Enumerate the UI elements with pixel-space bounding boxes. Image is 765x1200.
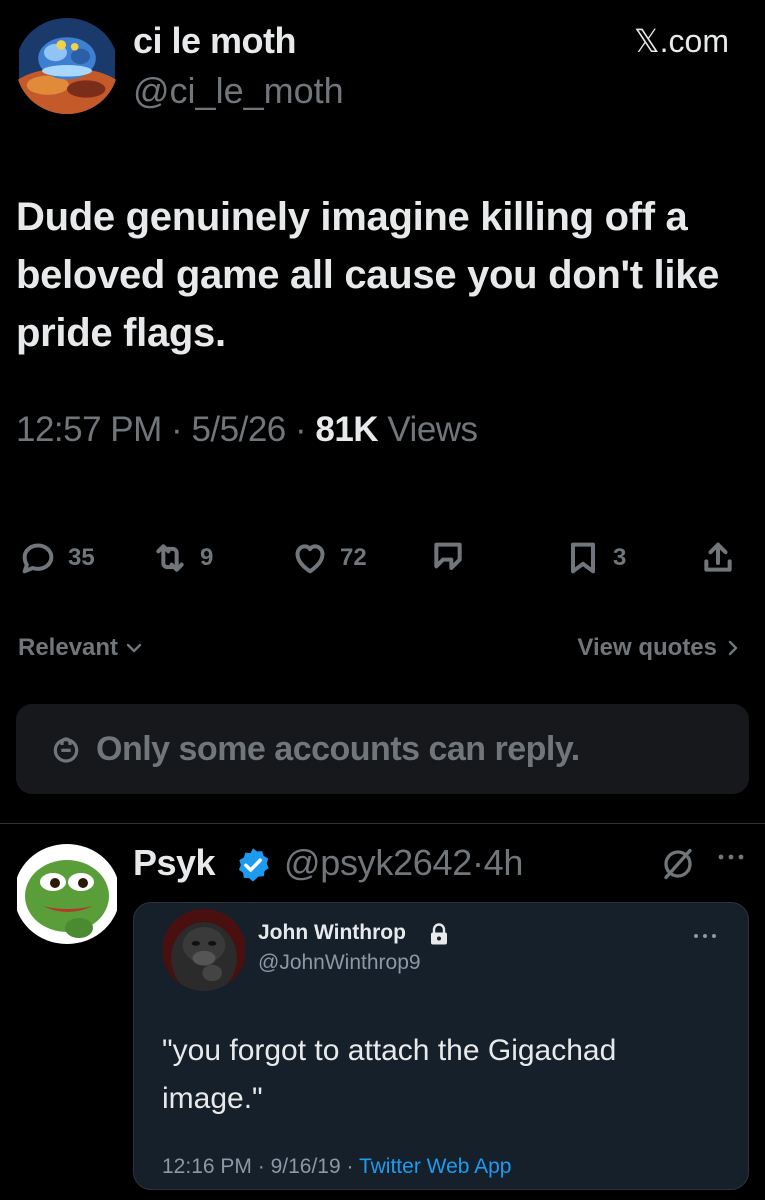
author-avatar[interactable] [16, 18, 118, 114]
verified-badge-icon [238, 848, 269, 882]
grok-icon[interactable] [660, 846, 696, 882]
reply-display-name[interactable]: Psyk [133, 842, 216, 884]
divider [0, 823, 765, 824]
meta-separator: · [257, 1155, 265, 1178]
views-count: 81K [315, 410, 379, 449]
author-handle[interactable]: @ci_le_moth [133, 70, 344, 112]
repost-icon [156, 544, 184, 572]
share-button[interactable] [698, 535, 738, 581]
quote-display-name[interactable]: John Winthrop [258, 921, 406, 945]
more-dots-icon[interactable] [716, 850, 746, 864]
quote-time: 12:16 PM [162, 1155, 252, 1178]
reply-restriction-text: Only some accounts can reply. [96, 729, 580, 768]
grok-button[interactable] [428, 535, 468, 581]
reply-restriction-banner: Only some accounts can reply. [16, 704, 749, 794]
gorilla-avatar-icon [163, 909, 245, 991]
lock-icon [431, 923, 447, 945]
meta-separator: · [471, 842, 484, 883]
tweet-meta: 12:57 PM · 5/5/26 · 81K Views [16, 410, 478, 450]
tweet-date[interactable]: 5/5/26 [191, 410, 286, 449]
quote-date: 9/16/19 [270, 1155, 341, 1178]
reply-age[interactable]: 4h [484, 842, 524, 883]
tweet-text: Dude genuinely imagine killing off a bel… [16, 195, 720, 355]
source-watermark: 𝕏.com [633, 23, 729, 59]
views-label: Views [387, 410, 478, 449]
view-quotes-link[interactable]: View quotes [577, 634, 743, 662]
reply-count: 35 [68, 544, 95, 571]
quote-avatar[interactable] [162, 909, 246, 991]
reply-handle-line: @psyk2642·4h [284, 842, 523, 884]
like-count: 72 [340, 544, 367, 571]
reply-button[interactable]: 35 [18, 535, 95, 581]
lock-icon [53, 737, 79, 763]
quote-text: "you forgot to attach the Gigachad image… [162, 1034, 617, 1115]
quote-meta: 12:16 PM · 9/16/19 · Twitter Web App [162, 1155, 512, 1179]
repost-count: 9 [200, 544, 214, 571]
heart-icon [295, 544, 325, 574]
quoted-tweet-card[interactable]: John Winthrop @JohnWinthrop9 "you forgot… [133, 902, 749, 1190]
more-dots-icon[interactable] [692, 931, 718, 941]
meta-separator: · [294, 410, 307, 449]
bookmark-button[interactable]: 3 [563, 535, 626, 581]
repost-button[interactable]: 9 [150, 535, 213, 581]
reply-handle[interactable]: @psyk2642 [284, 842, 472, 883]
bookmark-icon [571, 542, 595, 574]
share-icon [704, 542, 732, 572]
sort-label: Relevant [18, 634, 119, 661]
chevron-right-icon [728, 640, 738, 656]
reply-avatar[interactable] [14, 844, 120, 944]
quote-source-app[interactable]: Twitter Web App [359, 1155, 512, 1178]
view-quotes-label: View quotes [577, 634, 717, 661]
like-button[interactable]: 72 [290, 535, 367, 581]
grok-icon [434, 542, 462, 570]
quote-handle[interactable]: @JohnWinthrop9 [258, 951, 421, 975]
author-display-name[interactable]: ci le moth [133, 20, 297, 62]
meta-separator: · [171, 410, 183, 449]
reply-bubble-icon [22, 543, 54, 574]
bookmark-count: 3 [613, 544, 627, 571]
tweet-time[interactable]: 12:57 PM [16, 410, 162, 449]
moth-avatar-icon [16, 18, 118, 114]
sort-dropdown[interactable]: Relevant [18, 634, 144, 662]
meta-separator: · [346, 1155, 354, 1178]
chevron-down-icon [126, 643, 142, 653]
frog-avatar-icon [17, 844, 117, 944]
